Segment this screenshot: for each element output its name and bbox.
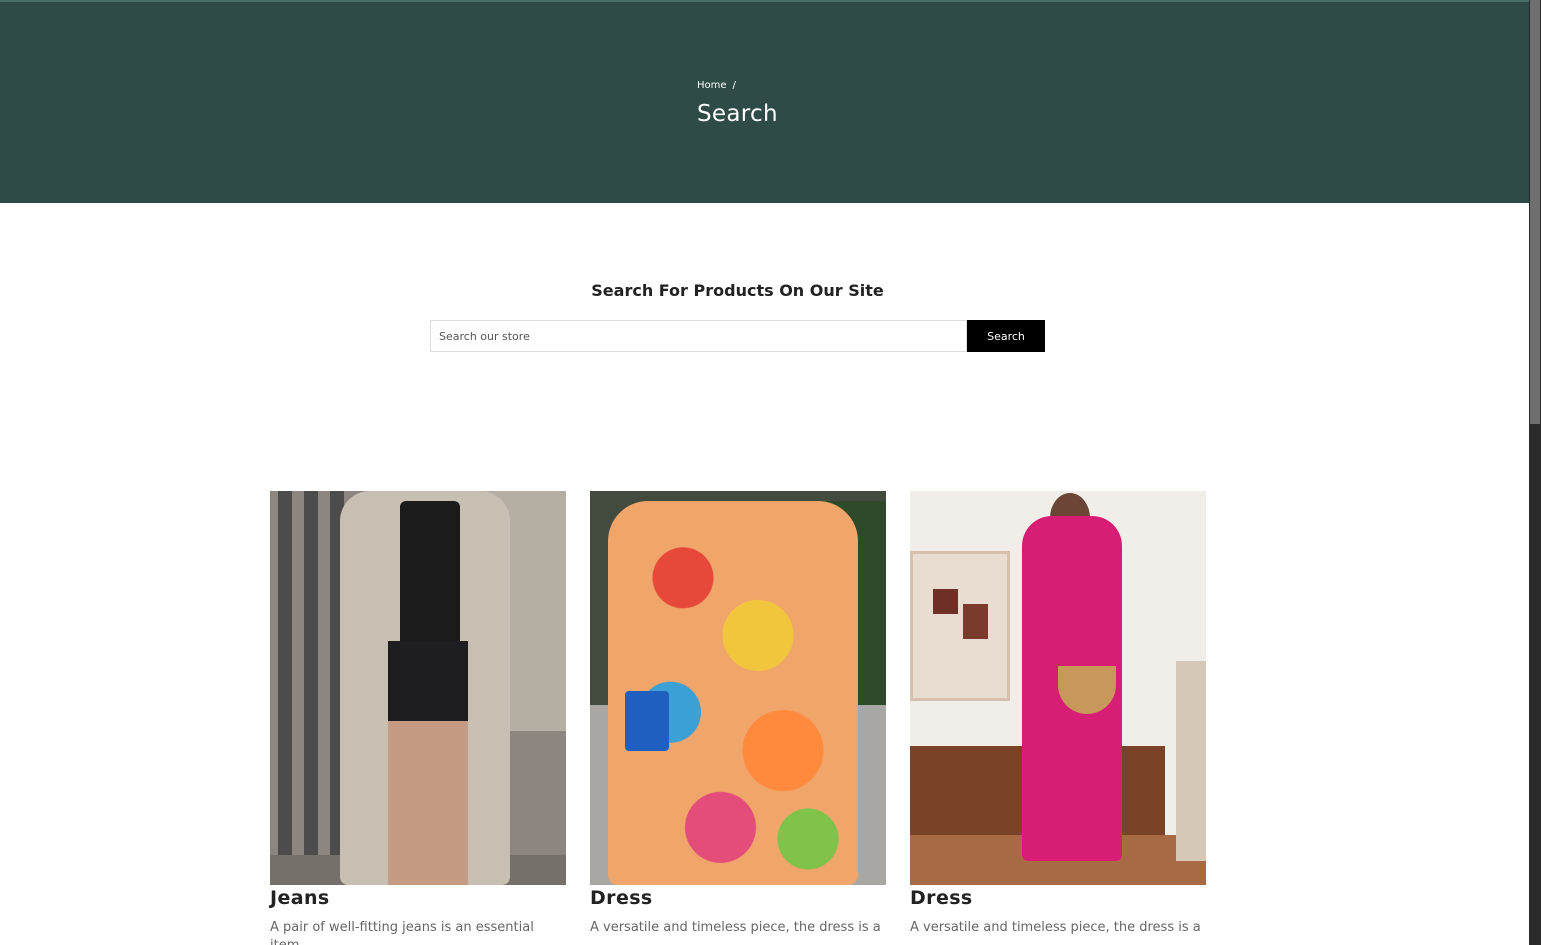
search-input[interactable] [430, 320, 967, 352]
page-scrollbar[interactable] [1529, 0, 1541, 945]
search-button[interactable]: Search [967, 320, 1045, 352]
product-image[interactable] [270, 491, 566, 885]
product-card[interactable]: Dress A versatile and timeless piece, th… [590, 491, 886, 945]
image-art-block [963, 604, 988, 639]
product-title[interactable]: Dress [910, 887, 1206, 909]
image-handbag [625, 691, 669, 751]
breadcrumb-home-link[interactable]: Home [697, 80, 727, 91]
banner-top-border [0, 0, 1529, 2]
breadcrumb: Home / [697, 80, 736, 91]
product-title[interactable]: Jeans [270, 887, 566, 909]
image-shorts [388, 641, 468, 721]
product-grid: Jeans A pair of well-fitting jeans is an… [270, 491, 1206, 945]
image-legs [388, 721, 468, 885]
product-image[interactable] [590, 491, 886, 885]
search-heading: Search For Products On Our Site [591, 281, 884, 300]
image-easel [1176, 661, 1206, 861]
product-description: A versatile and timeless piece, the dres… [910, 920, 1201, 935]
page-banner: Home / Search [0, 0, 1529, 203]
product-card[interactable]: Dress A versatile and timeless piece, th… [910, 491, 1206, 945]
product-card[interactable]: Jeans A pair of well-fitting jeans is an… [270, 491, 566, 945]
product-image[interactable] [910, 491, 1206, 885]
product-title[interactable]: Dress [590, 887, 886, 909]
image-fence-bar [278, 491, 292, 885]
product-description: A versatile and timeless piece, the dres… [590, 920, 881, 935]
page-title: Search [697, 101, 778, 127]
breadcrumb-separator: / [732, 80, 736, 91]
image-top [400, 501, 460, 651]
image-fence-bar [304, 491, 318, 885]
product-description: A pair of well-fitting jeans is an essen… [270, 920, 534, 945]
scrollbar-thumb[interactable] [1530, 0, 1540, 424]
page: Home / Search Search For Products On Our… [0, 0, 1529, 945]
image-wall-art [910, 551, 1010, 701]
image-art-block [933, 589, 958, 614]
search-form: Search [430, 320, 1045, 352]
